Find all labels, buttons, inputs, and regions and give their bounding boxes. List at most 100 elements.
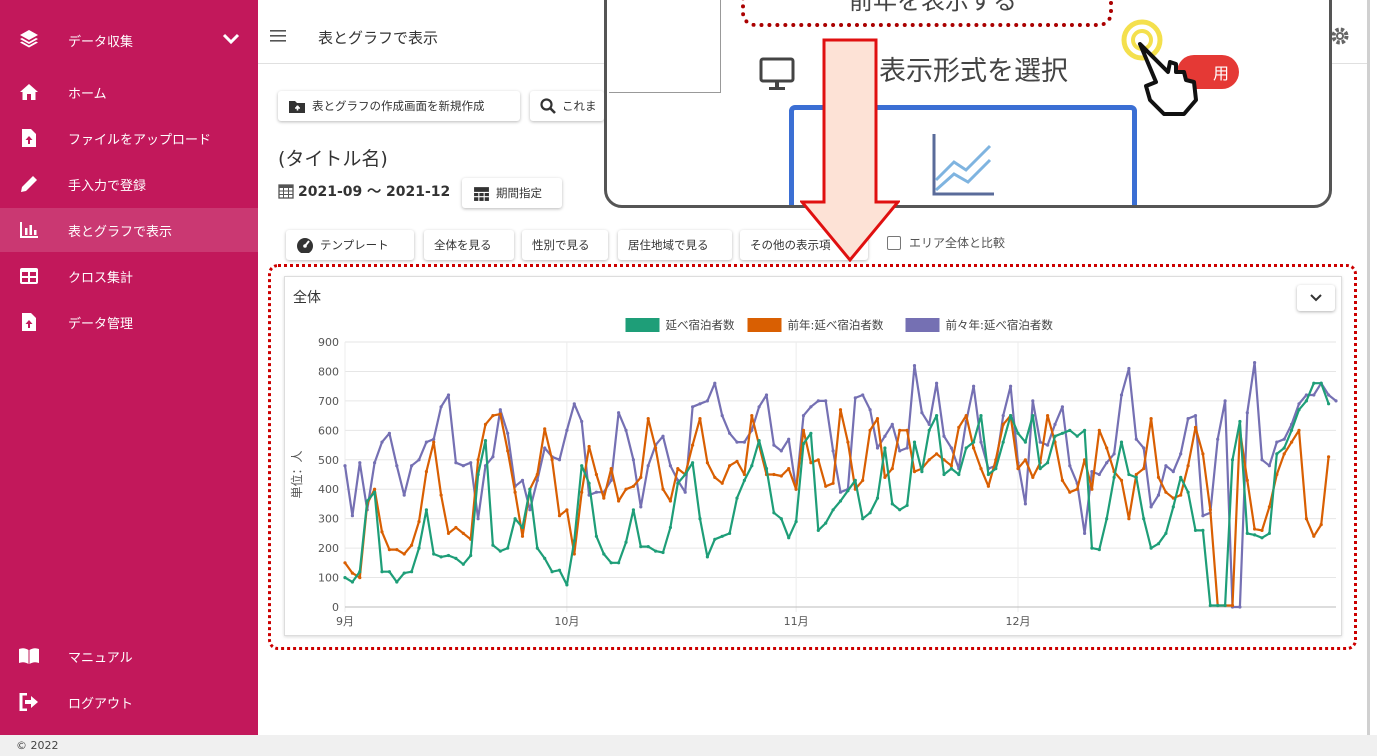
period-select-button[interactable]: 期間指定 [462, 178, 562, 208]
data-point [898, 449, 902, 453]
area-compare-toggle[interactable]: エリア全体と比較 [887, 234, 1005, 251]
data-point [920, 470, 924, 474]
chevron-down-icon[interactable] [220, 28, 242, 50]
data-point [469, 461, 473, 465]
data-point [1142, 517, 1146, 521]
data-point [373, 487, 377, 491]
view-all-label: 全体を見る [434, 238, 492, 252]
data-point [483, 439, 488, 443]
data-point [461, 464, 465, 468]
data-point [1127, 517, 1131, 521]
data-point [824, 521, 828, 525]
hamburger-menu-icon[interactable] [270, 28, 290, 48]
data-point [1297, 408, 1301, 412]
data-point [824, 484, 828, 488]
data-point [1083, 531, 1087, 535]
y-axis-label: 単位：人 [289, 450, 304, 498]
data-point [742, 440, 746, 444]
data-point [1260, 458, 1264, 462]
sidebar: データ収集 ホーム ファイルをアップロード 手入力で登録 表とグラフで表示 クロ… [0, 0, 258, 735]
data-point [779, 474, 783, 478]
textarea-preview [609, 0, 721, 93]
data-point [972, 384, 976, 388]
data-point [1023, 502, 1027, 506]
template-button[interactable]: テンプレート [286, 230, 414, 260]
data-point [432, 440, 436, 444]
data-point [565, 428, 569, 432]
sidebar-header[interactable]: データ収集 [0, 16, 258, 60]
data-point [801, 428, 806, 432]
data-point [986, 484, 991, 488]
data-point [631, 508, 635, 512]
search-history-button[interactable]: これま [530, 91, 604, 121]
data-point [1238, 605, 1242, 609]
gear-icon[interactable] [1330, 26, 1352, 48]
data-point [491, 543, 495, 547]
sidebar-item-data-manage[interactable]: データ管理 [0, 300, 258, 344]
bar-chart-icon [18, 219, 40, 241]
data-point [1046, 461, 1050, 465]
data-point [602, 496, 606, 500]
data-point [395, 464, 399, 468]
view-gender-button[interactable]: 性別で見る [522, 230, 608, 260]
data-point [557, 458, 562, 462]
data-point [1186, 417, 1190, 421]
data-point [890, 422, 894, 426]
data-point [410, 464, 414, 468]
data-point [720, 414, 724, 418]
data-point [402, 571, 406, 575]
y-tick-label: 400 [318, 483, 339, 496]
sidebar-item-home[interactable]: ホーム [0, 70, 258, 114]
data-point [764, 393, 769, 397]
data-point [772, 511, 776, 515]
view-region-button[interactable]: 居住地域で見る [618, 230, 732, 260]
data-point [1245, 478, 1249, 482]
data-point [1134, 437, 1138, 441]
data-point [1023, 440, 1027, 444]
sidebar-item-manual-input[interactable]: 手入力で登録 [0, 162, 258, 206]
data-point [373, 490, 377, 494]
data-point [905, 428, 909, 432]
data-point [1119, 478, 1124, 482]
sidebar-item-logout[interactable]: ログアウト [0, 680, 258, 724]
data-point [424, 470, 428, 474]
data-point [1149, 417, 1153, 421]
callout-top-text: 前年を表示する [849, 0, 1017, 15]
data-point [1127, 472, 1131, 477]
data-point [387, 570, 391, 574]
data-point [898, 508, 902, 512]
data-point [631, 458, 635, 462]
data-point [720, 534, 724, 538]
sidebar-item-manual[interactable]: マニュアル [0, 634, 258, 678]
data-point [1253, 533, 1257, 537]
data-point [846, 440, 850, 444]
file-upload-icon [18, 311, 40, 333]
data-point [927, 428, 931, 432]
search-history-label: これま [562, 99, 597, 113]
data-point [1142, 467, 1146, 471]
data-point [831, 481, 835, 485]
data-point [668, 499, 672, 503]
data-point [920, 411, 924, 415]
data-point [1319, 381, 1323, 385]
data-point [698, 417, 702, 421]
data-point [1156, 493, 1161, 497]
data-point [942, 472, 946, 477]
sidebar-item-cross-tab[interactable]: クロス集計 [0, 254, 258, 298]
sidebar-item-table-graph[interactable]: 表とグラフで表示 [0, 208, 258, 252]
data-point [1201, 452, 1205, 456]
data-point [816, 399, 820, 403]
data-point [668, 464, 672, 468]
sidebar-item-label: 表とグラフで表示 [68, 224, 173, 240]
data-point [838, 499, 843, 503]
data-point [469, 553, 473, 558]
data-point [1016, 467, 1020, 471]
data-point [912, 470, 917, 474]
new-create-button[interactable]: 表とグラフの作成画面を新規作成 [278, 91, 520, 121]
data-point [639, 475, 643, 479]
view-all-button[interactable]: 全体を見る [424, 230, 514, 260]
sidebar-item-upload[interactable]: ファイルをアップロード [0, 116, 258, 160]
data-point [949, 446, 954, 450]
data-point [801, 442, 806, 446]
data-point [1149, 546, 1153, 550]
